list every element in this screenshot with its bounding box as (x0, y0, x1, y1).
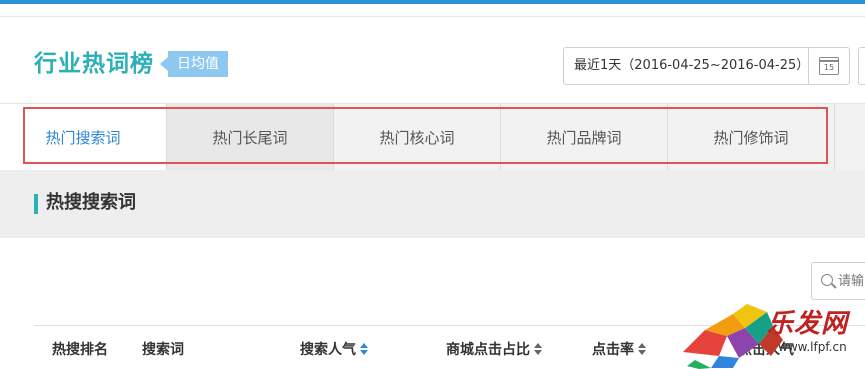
sort-icon[interactable] (360, 343, 368, 355)
keyword-search-box[interactable] (811, 262, 865, 300)
tab-label: 热门搜索词 (45, 128, 121, 147)
tab-hot-search-words[interactable]: 热门搜索词 (0, 104, 167, 170)
page-title: 行业热词榜 (34, 51, 154, 77)
header-divider (0, 16, 865, 17)
keyword-tabs: 热门搜索词 热门长尾词 热门核心词 热门品牌词 热门修饰词 (0, 103, 865, 170)
tab-modifier-words[interactable]: 热门修饰词 (668, 104, 835, 170)
calendar-day-number: 15 (823, 63, 835, 72)
tab-core-words[interactable]: 热门核心词 (334, 104, 501, 170)
tab-label: 热门核心词 (379, 128, 455, 147)
tab-label: 热门品牌词 (546, 128, 622, 147)
tab-brand-words[interactable]: 热门品牌词 (501, 104, 668, 170)
column-header-search-popularity[interactable]: 搜索人气 (300, 340, 368, 360)
tab-label: 热门长尾词 (212, 128, 288, 147)
column-header-label: 热搜排名 (52, 342, 108, 358)
section-accent-bar (34, 194, 38, 214)
watermark-brand: 乐发网 (767, 309, 849, 339)
calendar-icon[interactable]: 15 (819, 57, 839, 75)
sort-icon[interactable] (638, 343, 646, 355)
search-input[interactable] (838, 263, 865, 299)
tab-label: 热门修饰词 (713, 128, 789, 147)
column-header-label: 搜索人气 (300, 342, 356, 358)
column-header-label: 点击率 (592, 342, 634, 358)
sort-icon[interactable] (534, 343, 542, 355)
top-accent-strip (0, 0, 865, 4)
column-header-mall-click-ratio[interactable]: 商城点击占比 (446, 340, 542, 360)
column-header-label: 商城点击占比 (446, 342, 530, 358)
search-icon[interactable] (821, 274, 833, 286)
column-header-click-rate[interactable]: 点击率 (592, 340, 646, 360)
tab-long-tail-words[interactable]: 热门长尾词 (167, 104, 334, 170)
column-header-rank: 热搜排名 (52, 340, 108, 360)
date-picker-extra-control[interactable] (858, 47, 865, 85)
date-range-value: 最近1天（2016-04-25~2016-04-25） (574, 58, 810, 73)
date-range-picker[interactable]: 最近1天（2016-04-25~2016-04-25） 15 (563, 47, 850, 85)
date-picker-divider (808, 48, 809, 84)
daily-average-badge: 日均值 (160, 51, 228, 77)
column-header-label: 搜索词 (142, 342, 184, 358)
watermark-logo: 乐发网 www.lfpf.cn (675, 300, 865, 369)
column-header-search-word: 搜索词 (142, 340, 184, 360)
section-title: 热搜搜索词 (46, 192, 136, 213)
watermark-url: www.lfpf.cn (778, 340, 847, 354)
